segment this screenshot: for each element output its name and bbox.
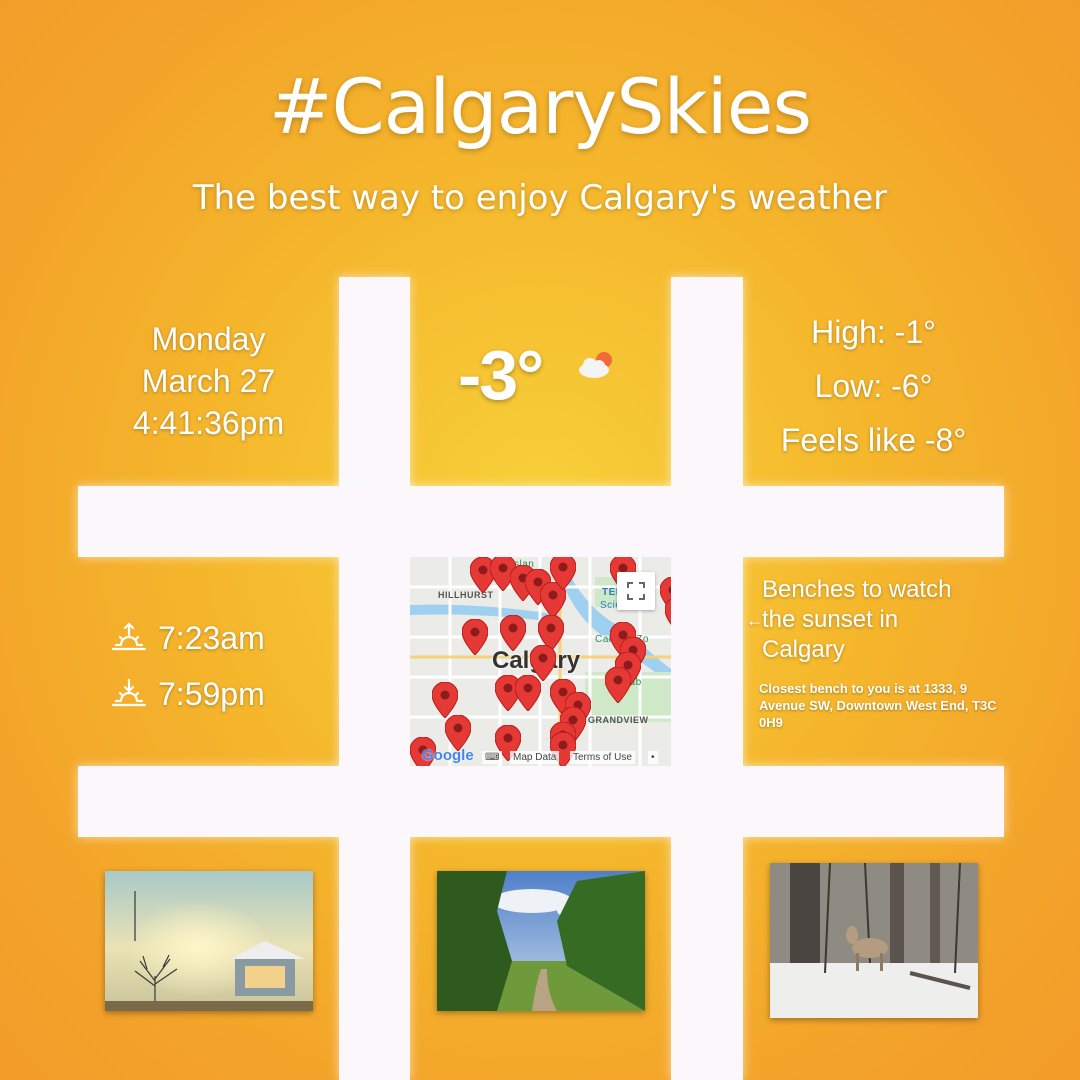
terms-of-use-link[interactable]: Terms of Use: [570, 751, 635, 764]
sunrise-icon: [111, 622, 147, 651]
sunset-row: 7:59pm: [110, 666, 339, 722]
map-footer: ⌨ Map Data Terms of Use •: [410, 750, 671, 766]
fullscreen-icon: [627, 582, 645, 600]
page-subtitle: The best way to enjoy Calgary's weather: [192, 178, 888, 218]
map-pin-icon[interactable]: [445, 715, 471, 751]
date-label: March 27: [141, 363, 276, 399]
map-data-link[interactable]: Map Data: [510, 751, 560, 764]
left-arrow-icon: ←: [746, 610, 764, 630]
sun-times-panel: 7:23am 7:59pm: [110, 610, 339, 722]
feels-like-temperature: Feels like -8°: [780, 422, 967, 458]
forecast-panel: High: -1° Low: -6° Feels like -8°: [743, 305, 1004, 467]
sunrise-row: 7:23am: [110, 610, 339, 666]
map-pin-icon[interactable]: [550, 557, 576, 590]
sunset-icon: [111, 678, 147, 707]
fullscreen-button[interactable]: [617, 572, 655, 610]
closest-bench-text: Closest bench to you is at 1333, 9 Avenu…: [759, 681, 997, 730]
map-pin-icon[interactable]: [515, 675, 541, 711]
benches-heading-line3: Calgary: [762, 636, 845, 663]
date-time-panel: Monday March 27 4:41:36pm: [78, 318, 339, 444]
report-error-icon[interactable]: •: [648, 751, 658, 764]
benches-heading-line2: the sunset in: [762, 606, 899, 633]
photo-park-trail[interactable]: [437, 871, 645, 1011]
time-label: 4:41:36pm: [132, 405, 285, 441]
map-pin-icon[interactable]: [462, 619, 488, 655]
current-temperature: -3°: [458, 336, 544, 414]
day-label: Monday: [151, 321, 266, 357]
photo-deer-winter[interactable]: [770, 863, 978, 1018]
benches-heading: ← Benches to watch the sunset in Calgary: [746, 575, 1004, 665]
high-temperature: High: -1°: [811, 314, 936, 350]
low-temperature: Low: -6°: [814, 368, 933, 404]
map-label-grandview: GRANDVIEW: [588, 715, 649, 725]
map-pin-icon[interactable]: [432, 682, 458, 718]
partly-cloudy-sun-icon: [579, 352, 612, 378]
sunrise-time: 7:23am: [158, 620, 265, 656]
grid-bar-vertical-right: [671, 277, 743, 1080]
grid-bar-vertical-left: [339, 277, 410, 1080]
benches-heading-line1: Benches to watch: [762, 576, 952, 603]
map-pin-icon[interactable]: [665, 597, 671, 633]
map-pin-icon[interactable]: [605, 667, 631, 703]
map-pin-icon[interactable]: [500, 615, 526, 651]
grid-bar-horizontal-bottom: [78, 766, 1004, 837]
bench-map[interactable]: HILLHURST GRANDVIEW TEL Scienc Calgary Z…: [410, 557, 671, 766]
page-title: #CalgarySkies: [268, 62, 812, 151]
keyboard-shortcuts-icon[interactable]: ⌨: [482, 751, 503, 764]
grid-bar-horizontal-top: [78, 486, 1004, 557]
current-temperature-panel: -3°: [410, 335, 671, 425]
photo-foggy-valley[interactable]: [105, 871, 313, 1011]
sunset-time: 7:59pm: [158, 676, 265, 712]
